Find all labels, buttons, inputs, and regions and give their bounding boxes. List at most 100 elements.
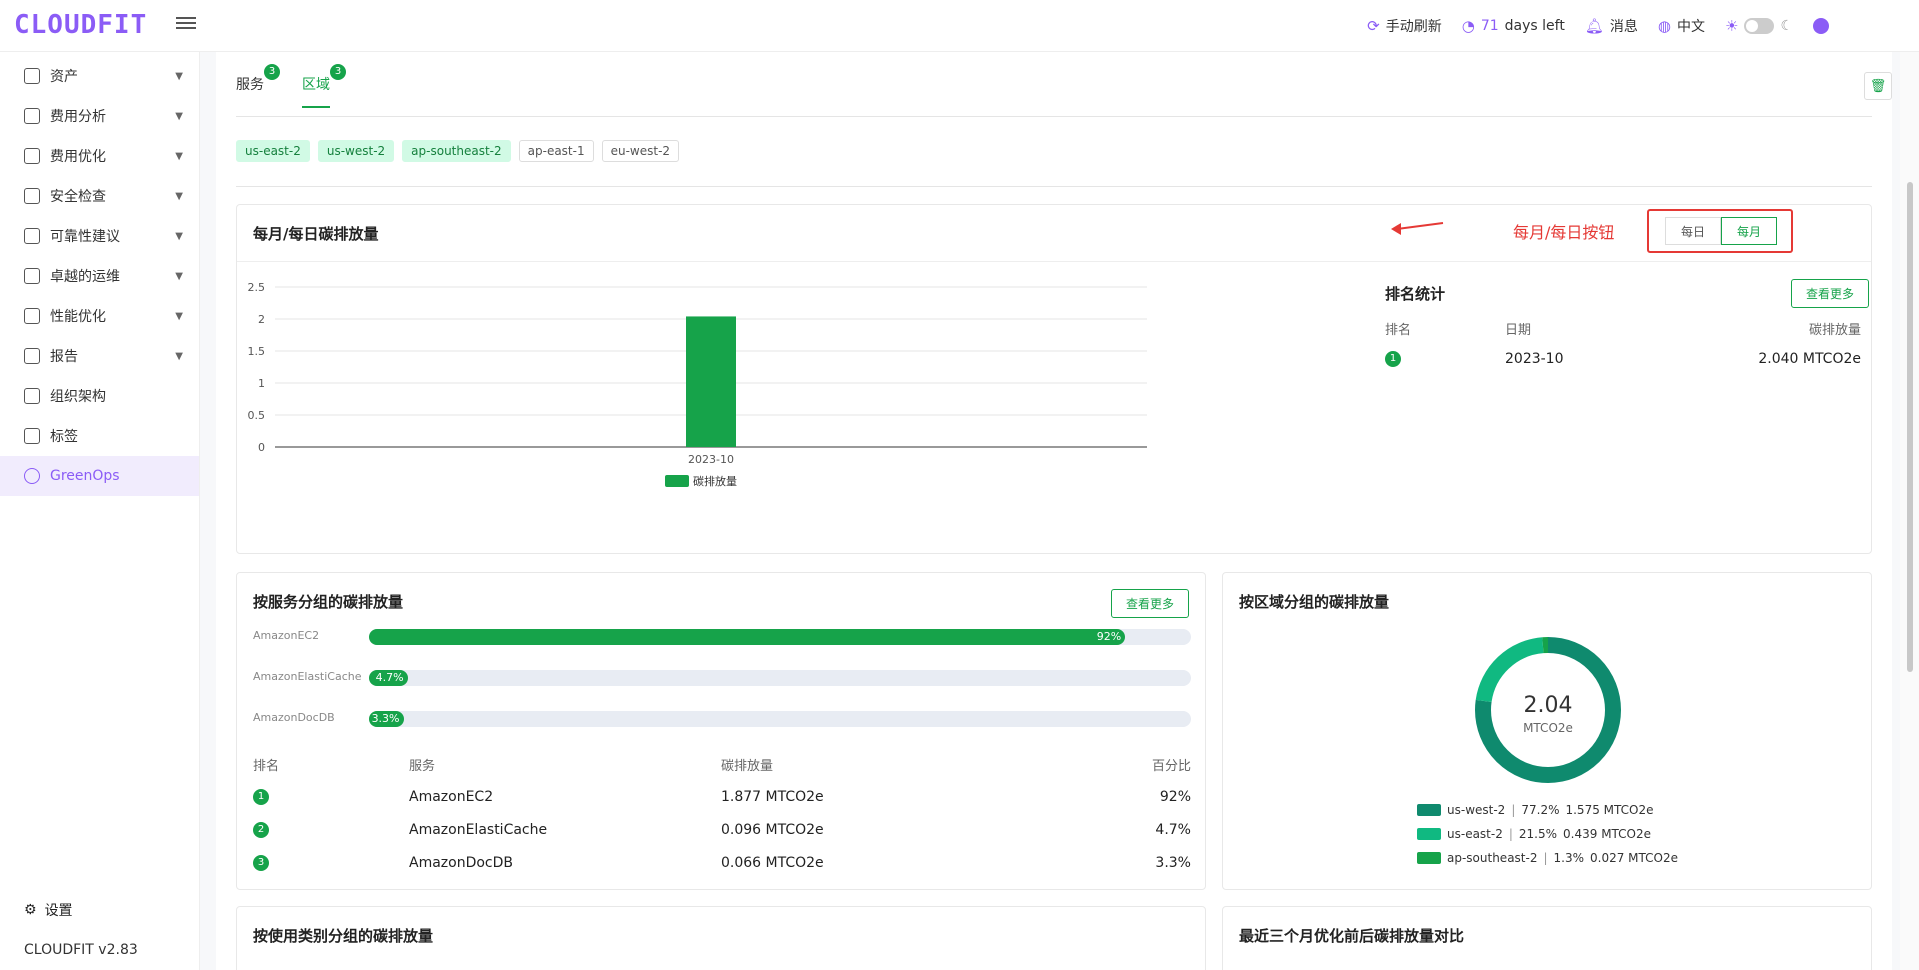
- tab-region-label: 区域: [302, 77, 330, 93]
- legend-pct: 77.2%: [1521, 803, 1560, 817]
- legend-pct: 21.5%: [1518, 827, 1558, 841]
- version-label: CLOUDFIT v2.83: [24, 942, 138, 958]
- chip-divider: [236, 186, 1872, 187]
- delete-button[interactable]: 🗑︎: [1864, 72, 1892, 100]
- region-chip[interactable]: us-east-2: [236, 140, 310, 162]
- sidebar-item-label: 组织架构: [50, 389, 106, 405]
- bar-2023-10[interactable]: [686, 316, 736, 447]
- days-text: days left: [1504, 18, 1565, 34]
- service-name: AmazonElastiCache: [409, 822, 548, 838]
- page-scrollbar[interactable]: [1900, 52, 1919, 970]
- moon-icon: ☾: [1780, 18, 1793, 34]
- region-emissions-card: 按区域分组的碳排放量 2.04 MTCO2e us-west-2 | 77.2% …: [1222, 572, 1872, 890]
- theme-switch[interactable]: ☀ ☾: [1725, 17, 1793, 35]
- sidebar-item-label: 标签: [50, 429, 78, 445]
- donut-unit: MTCO2e: [1523, 721, 1573, 735]
- refresh-button[interactable]: ⟳ 手动刷新: [1367, 16, 1442, 36]
- trial-days[interactable]: ◔ 71 days left: [1462, 17, 1565, 35]
- theme-toggle[interactable]: [1744, 18, 1775, 34]
- tab-service[interactable]: 服务 3: [236, 64, 280, 108]
- tab-region[interactable]: 区域 3: [302, 64, 346, 108]
- region-legend-item[interactable]: ap-southeast-2 | 1.3% 0.027 MTCO2e: [1417, 851, 1678, 865]
- refresh-icon: ⟳: [1367, 17, 1380, 35]
- menu-toggle-icon[interactable]: [176, 14, 196, 34]
- sidebar-item-label: 费用优化: [50, 149, 106, 165]
- region-legend-item[interactable]: us-west-2 | 77.2% 1.575 MTCO2e: [1417, 803, 1653, 817]
- service-bar-label: AmazonElastiCache: [253, 670, 362, 683]
- sidebar-item-9[interactable]: 标签: [0, 416, 199, 456]
- y-tick-label: 1.5: [248, 345, 266, 358]
- service-bar-label: AmazonEC2: [253, 629, 320, 642]
- chevron-down-icon: ▼: [175, 110, 183, 122]
- top-bar: CLOUDFIT ⟳ 手动刷新 ◔ 71 days left 🔔︎ 消息 ◍ 中…: [0, 0, 1919, 52]
- trash-icon: 🗑︎: [1869, 78, 1887, 94]
- emissions-title: 每月/每日碳排放量: [253, 225, 379, 243]
- refresh-label: 手动刷新: [1385, 19, 1442, 35]
- monthly-button[interactable]: 每月: [1721, 217, 1777, 245]
- sidebar-item-label: 报告: [50, 349, 78, 365]
- sidebar-item-0[interactable]: 资产 ▼: [0, 56, 199, 96]
- main-content: 服务 3 区域 3 🗑︎ us-east-2 us-west-2 ap-southe…: [200, 52, 1900, 970]
- sidebar-item-7[interactable]: 报告 ▼: [0, 336, 199, 376]
- legend-swatch: [1417, 828, 1441, 840]
- daily-monthly-toggle: 每日 每月: [1647, 209, 1793, 253]
- region-chip[interactable]: us-west-2: [317, 140, 395, 162]
- sidebar-item-2[interactable]: 费用优化 ▼: [0, 136, 199, 176]
- sidebar-item-5[interactable]: 卓越的运维 ▼: [0, 256, 199, 296]
- usage-category-card: 按使用类别分组的碳排放量: [236, 906, 1206, 970]
- card-header-divider: [237, 261, 1871, 262]
- sidebar-item-1[interactable]: 费用分析 ▼: [0, 96, 199, 136]
- sidebar-item-label: 可靠性建议: [50, 229, 120, 245]
- region-chip[interactable]: ap-east-1: [518, 140, 594, 162]
- service-value: 1.877 MTCO2e: [721, 789, 824, 805]
- logo: CLOUDFIT: [14, 10, 148, 40]
- sidebar-item-label: 资产: [50, 69, 78, 85]
- chevron-down-icon: ▼: [175, 190, 183, 202]
- service-name: AmazonDocDB: [409, 855, 514, 871]
- compare-title: 最近三个月优化前后碳排放量对比: [1239, 927, 1465, 945]
- grid-icon: [24, 308, 40, 324]
- ranking-more-button[interactable]: 查看更多: [1791, 279, 1870, 308]
- sidebar-item-4[interactable]: 可靠性建议 ▼: [0, 216, 199, 256]
- service-bar-row: AmazonDocDB 3.3%: [253, 711, 1191, 727]
- region-chip[interactable]: eu-west-2: [601, 140, 680, 162]
- emissions-bar-chart: 0 0.5 1 1.5 2 2.5 2023-10 碳排放量: [248, 281, 1147, 488]
- rank-badge: 2: [253, 822, 269, 838]
- x-tick-label: 2023-10: [688, 453, 734, 466]
- legend-value: 0.439 MTCO2e: [1563, 827, 1652, 841]
- legend-separator: |: [1508, 827, 1513, 841]
- legend-value: 1.575 MTCO2e: [1565, 803, 1654, 817]
- usage-title: 按使用类别分组的碳排放量: [253, 927, 434, 945]
- region-chip[interactable]: ap-southeast-2: [402, 140, 511, 162]
- messages-button[interactable]: 🔔︎ 消息: [1585, 16, 1638, 36]
- value-col-header: 碳排放量: [1808, 323, 1861, 338]
- sidebar-item-10[interactable]: GreenOps: [0, 456, 199, 496]
- svc-service-header: 服务: [409, 759, 436, 774]
- legend-swatch[interactable]: [665, 475, 689, 487]
- service-bar-row: AmazonEC2 92%: [253, 629, 1191, 645]
- language-button[interactable]: ◍ 中文: [1658, 16, 1705, 36]
- sidebar-bottom: ⚙ 设置 CLOUDFIT v2.83: [0, 890, 200, 970]
- messages-label: 消息: [1609, 19, 1638, 35]
- rank-badge: 1: [1385, 351, 1401, 367]
- service-bar-fill: 3.3%: [369, 711, 404, 727]
- sidebar-nav: 资产 ▼ 费用分析 ▼ 费用优化 ▼ 安全检查 ▼ 可靠性建议 ▼ 卓越的运维 ▼ 性能优化…: [0, 52, 199, 496]
- sidebar-item-6[interactable]: 性能优化 ▼: [0, 296, 199, 336]
- scrollbar-thumb[interactable]: [1907, 182, 1913, 672]
- clock-icon: ◔: [1461, 17, 1475, 35]
- user-menu[interactable]: [1813, 18, 1829, 34]
- tab-service-label: 服务: [236, 77, 264, 93]
- language-label: 中文: [1676, 19, 1705, 35]
- y-tick-label: 1: [258, 377, 265, 390]
- y-tick-label: 2: [258, 313, 265, 326]
- service-more-button[interactable]: 查看更多: [1111, 589, 1190, 618]
- org-icon: [24, 388, 40, 404]
- sidebar: 资产 ▼ 费用分析 ▼ 费用优化 ▼ 安全检查 ▼ 可靠性建议 ▼ 卓越的运维 ▼ 性能优化…: [0, 52, 200, 970]
- sidebar-item-3[interactable]: 安全检查 ▼: [0, 176, 199, 216]
- sidebar-item-8[interactable]: 组织架构: [0, 376, 199, 416]
- settings-button[interactable]: ⚙ 设置: [0, 890, 200, 930]
- region-title: 按区域分组的碳排放量: [1239, 593, 1390, 611]
- daily-button[interactable]: 每日: [1665, 217, 1721, 245]
- region-legend-item[interactable]: us-east-2 | 21.5% 0.439 MTCO2e: [1417, 827, 1651, 841]
- date-col-header: 日期: [1505, 323, 1532, 338]
